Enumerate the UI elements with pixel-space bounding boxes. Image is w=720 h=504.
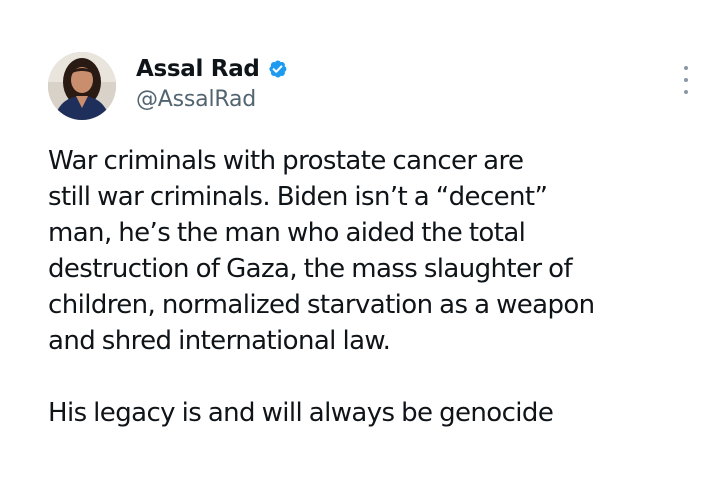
author-handle[interactable]: @AssalRad bbox=[136, 87, 256, 112]
tweet-line: destruction of Gaza, the mass slaughter … bbox=[48, 254, 573, 284]
tweet-text: War criminals with prostate cancer are s… bbox=[48, 143, 713, 431]
more-dot bbox=[684, 90, 688, 94]
verified-badge-icon bbox=[266, 58, 288, 80]
tweet-line: man, he’s the man who aided the total bbox=[48, 218, 526, 248]
tweet-line: still war criminals. Biden isn’t a “dece… bbox=[48, 182, 548, 212]
more-dot bbox=[684, 78, 688, 82]
tweet-line: His legacy is and will always be genocid… bbox=[48, 398, 554, 428]
display-name[interactable]: Assal Rad bbox=[136, 56, 260, 82]
more-dot bbox=[684, 66, 688, 70]
more-options-icon[interactable] bbox=[674, 66, 698, 94]
author-name-row: Assal Rad bbox=[136, 55, 288, 83]
tweet-line: and shred international law. bbox=[48, 326, 391, 356]
tweet-card: Assal Rad @AssalRad War criminals with p… bbox=[0, 0, 720, 504]
tweet-line: War criminals with prostate cancer are bbox=[48, 146, 524, 176]
profile-photo-icon bbox=[48, 52, 116, 120]
tweet-line: children, normalized starvation as a wea… bbox=[48, 290, 595, 320]
avatar[interactable] bbox=[48, 52, 116, 120]
